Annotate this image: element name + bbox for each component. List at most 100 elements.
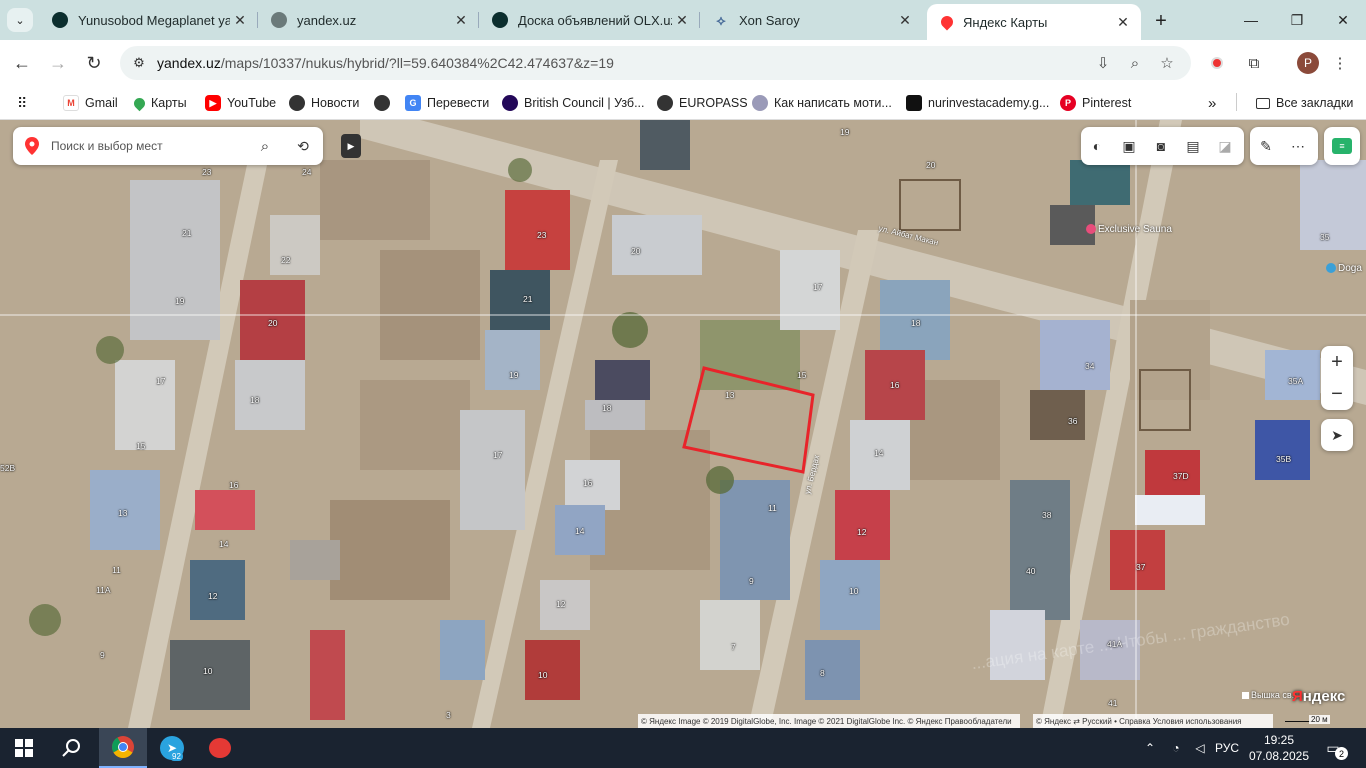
house-number: 24 xyxy=(302,167,312,177)
bookmark-motivation[interactable]: Как написать моти... xyxy=(752,93,892,113)
bookmark-pinterest[interactable]: P Pinterest xyxy=(1060,93,1131,113)
nurinvest-icon xyxy=(906,95,922,111)
zoom-out-button[interactable]: − xyxy=(1321,378,1353,410)
zoom-icon[interactable]: ⌕ xyxy=(1125,53,1145,73)
star-icon[interactable]: ☆ xyxy=(1157,53,1177,73)
house-number: 13 xyxy=(118,508,128,518)
yandex-maps-pin-icon xyxy=(25,137,39,155)
tab-title: yandex.uz xyxy=(297,12,357,28)
house-number: 16 xyxy=(890,380,900,390)
all-bookmarks[interactable]: Все закладки xyxy=(1256,93,1353,113)
locate-me-button[interactable]: ➤ xyxy=(1321,419,1353,451)
map-layers-panel: ◐ ▣ ◙ ▤ ◪ xyxy=(1081,127,1244,165)
tray-chevron-icon[interactable]: ⌃ xyxy=(1140,728,1160,768)
site-info-icon[interactable]: ⚙ xyxy=(130,54,148,72)
house-number: 37D xyxy=(1173,471,1189,481)
tab-title: Доска объявлений OLX.uz xyxy=(518,12,672,28)
bookmark-news[interactable]: Новости xyxy=(289,93,359,113)
house-number: 23 xyxy=(202,167,212,177)
globe-icon xyxy=(374,95,390,111)
bookmark-nurinvest[interactable]: nurinvestacademy.g... xyxy=(906,93,1049,113)
bookmark-youtube[interactable]: ▶ YouTube xyxy=(205,93,276,113)
close-icon[interactable]: ✕ xyxy=(672,10,692,30)
tab-search-button[interactable]: ⌄ xyxy=(7,8,33,32)
more-icon[interactable]: ⋯ xyxy=(1288,136,1308,156)
address-bar[interactable]: ⚙ yandex.uz/maps/10337/nukus/hybrid/?ll=… xyxy=(120,46,1191,80)
globe-icon xyxy=(271,12,287,28)
house-number: 9 xyxy=(100,650,105,660)
close-icon[interactable]: ✕ xyxy=(451,10,471,30)
tab-xon-saroy[interactable]: ⟡ Xon Saroy ✕ xyxy=(701,0,923,40)
house-number: 3 xyxy=(446,710,451,720)
menu-icon[interactable]: ⋮ xyxy=(1329,52,1351,74)
apps-icon[interactable]: ⠿ xyxy=(17,93,27,113)
tab-olx-board[interactable]: Доска объявлений OLX.uz ✕ xyxy=(480,0,700,40)
start-button[interactable] xyxy=(0,728,48,768)
map-view[interactable]: 23 21 19 17 24 22 20 18 16 14 12 10 23 2… xyxy=(0,120,1366,728)
zoom-control: + − xyxy=(1321,346,1353,410)
close-icon[interactable]: ✕ xyxy=(895,10,915,30)
search-button[interactable] xyxy=(48,728,96,768)
url-text[interactable]: yandex.uz/maps/10337/nukus/hybrid/?ll=59… xyxy=(157,55,614,71)
profile-avatar[interactable]: P xyxy=(1297,52,1319,74)
minimize-button[interactable]: — xyxy=(1228,0,1274,40)
bookmark-europass[interactable]: EUROPASS xyxy=(657,93,748,113)
bookmark-globe[interactable] xyxy=(374,93,396,113)
bookmark-translate[interactable]: G Перевести xyxy=(405,93,489,113)
british-council-icon xyxy=(502,95,518,111)
camera-icon[interactable]: ◙ xyxy=(1151,136,1171,156)
more-bookmarks-icon[interactable]: » xyxy=(1208,93,1216,113)
extensions-icon[interactable]: ⧉ xyxy=(1243,52,1265,74)
map-copyright[interactable]: © Яндекс Image © 2019 DigitalGlobe, Inc.… xyxy=(638,714,1020,728)
panorama-icon[interactable]: ▣ xyxy=(1119,136,1139,156)
taskbar-telegram[interactable]: ➤ 92 xyxy=(148,728,196,768)
forward-button[interactable]: → xyxy=(45,50,71,76)
close-icon[interactable]: ✕ xyxy=(1113,12,1133,32)
bookmark-maps[interactable]: Карты xyxy=(131,93,187,113)
language-indicator[interactable]: РУС xyxy=(1214,728,1240,768)
poi-exclusive-sauna[interactable]: Exclusive Sauna xyxy=(1086,224,1172,235)
ruler-icon[interactable]: ✎ xyxy=(1256,136,1276,156)
house-number: 18 xyxy=(911,318,921,328)
wifi-icon[interactable]: ◔ xyxy=(1166,728,1186,768)
volume-icon[interactable]: ◁ xyxy=(1190,728,1210,768)
restore-button[interactable]: ❐ xyxy=(1274,0,1320,40)
search-icon xyxy=(62,739,80,757)
tab-yandex-maps[interactable]: Яндекс Карты ✕ xyxy=(927,4,1141,40)
clock[interactable]: 19:25 07.08.2025 xyxy=(1244,732,1314,764)
search-icon[interactable]: ⌕ xyxy=(255,136,275,156)
bookmark-british-council[interactable]: British Council | Узб... xyxy=(502,93,645,113)
reload-button[interactable]: ↻ xyxy=(81,50,107,76)
tab-yandex-uz[interactable]: yandex.uz ✕ xyxy=(259,0,479,40)
taskbar-tomato-app[interactable] xyxy=(196,728,244,768)
map-footer-links[interactable]: © Яндекс ⇄ Русский • Справка Условия исп… xyxy=(1033,714,1273,728)
house-number: 9 xyxy=(749,576,754,586)
route-icon[interactable]: ⟲ xyxy=(293,136,313,156)
install-app-icon[interactable]: ⇩ xyxy=(1093,53,1113,73)
taskbar-chrome[interactable] xyxy=(99,728,147,768)
traffic-button[interactable]: ≡ xyxy=(1324,127,1360,165)
back-button[interactable]: ← xyxy=(9,50,35,76)
search-placeholder[interactable]: Поиск и выбор мест xyxy=(51,139,163,153)
layers-icon[interactable]: ◐ xyxy=(1087,136,1107,156)
house-number: 20 xyxy=(926,160,936,170)
house-number: 7 xyxy=(731,642,736,652)
poi-tower[interactable]: Вышка св... xyxy=(1242,690,1299,700)
poi-doga[interactable]: Doga xyxy=(1326,263,1362,274)
translate-icon: G xyxy=(405,95,421,111)
new-tab-button[interactable]: + xyxy=(1150,10,1172,32)
house-number: 11A xyxy=(96,585,111,595)
extension-record-icon[interactable] xyxy=(1206,52,1228,74)
notification-button[interactable]: ▭ 2 xyxy=(1320,736,1348,760)
map-type-icon[interactable]: ◪ xyxy=(1215,136,1235,156)
house-number: 14 xyxy=(575,526,585,536)
collapse-panel-button[interactable]: ▶ xyxy=(341,134,361,158)
map-search-box[interactable]: Поиск и выбор мест ⌕ ⟲ xyxy=(13,127,323,165)
close-window-button[interactable]: ✕ xyxy=(1320,0,1366,40)
bus-icon[interactable]: ▤ xyxy=(1183,136,1203,156)
tab-olx-yunusobod[interactable]: Yunusobod Megaplanet yaq ✕ xyxy=(40,0,258,40)
zoom-in-button[interactable]: + xyxy=(1321,346,1353,378)
bookmark-gmail[interactable]: M Gmail xyxy=(63,93,118,113)
close-icon[interactable]: ✕ xyxy=(230,10,250,30)
house-number: 17 xyxy=(156,376,166,386)
